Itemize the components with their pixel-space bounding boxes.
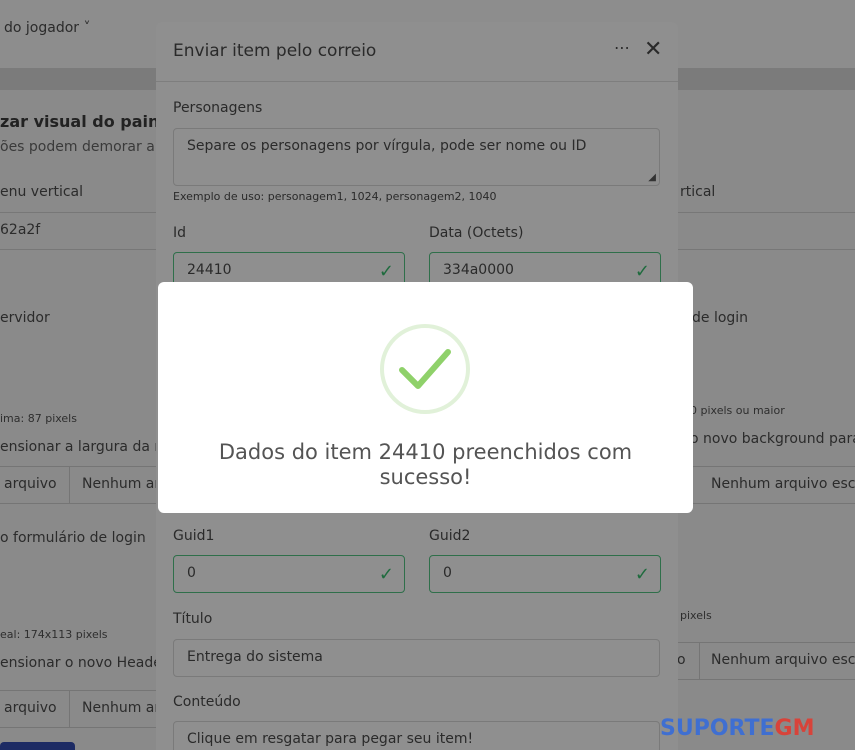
file-separator [69,467,70,503]
valid-check-icon: ✓ [634,261,650,282]
valid-check-icon: ✓ [378,564,394,585]
label-background: o novo background para [690,431,855,447]
close-icon[interactable]: ✕ [644,37,662,62]
divider [678,249,855,250]
titulo-value: Entrega do sistema [187,649,323,665]
resize-handle[interactable]: ◢ [648,172,656,183]
hint-left: ima: 87 pixels [0,412,77,425]
id-label: Id [173,225,187,241]
label-form-login: o formulário de login [0,530,146,546]
bottom-button[interactable] [0,742,75,750]
file-status-right: Nenhum arquivo esco [711,476,855,492]
conteudo-value: Clique em resgatar para pegar seu item! [187,731,474,747]
color-value: 62a2f [0,222,41,238]
file-status-right-2: Nenhum arquivo esco [711,652,855,668]
divider [0,249,156,250]
menu-vertical-header: enu vertical [0,184,84,200]
menu-vertical-header-right: rtical [680,184,716,200]
data-value: 334a0000 [443,262,514,278]
guid2-label: Guid2 [429,528,471,544]
hint-left-2: eal: 174x113 pixels [0,628,108,641]
player-menu[interactable]: do jogador ˅ [4,20,90,36]
guid1-label: Guid1 [173,528,215,544]
guid1-value: 0 [187,565,196,581]
valid-check-icon: ✓ [634,564,650,585]
personagens-textarea[interactable]: Separe os personagens por vírgula, pode … [173,128,660,186]
data-label: Data (Octets) [429,225,524,241]
success-check-icon [399,349,451,389]
divider [678,212,855,213]
file-button-right-2[interactable]: o [677,652,686,668]
file-separator [69,691,70,727]
hint-right-2: pixels [680,609,712,622]
more-icon[interactable]: ⋯ [614,38,631,57]
success-message: Dados do item 24410 preenchidos com suce… [218,440,633,489]
success-dialog: Dados do item 24410 preenchidos com suce… [158,282,693,513]
label-servidor: ervidor [0,310,50,326]
label-login: de login [692,310,749,326]
watermark-part2: GM [774,716,815,741]
conteudo-field[interactable]: Clique em resgatar para pegar seu item! [173,721,660,750]
guid2-value: 0 [443,565,452,581]
watermark-logo: SUPORTEGM [660,716,850,750]
file-status-left-3: Nenhum ar [82,700,161,716]
conteudo-label: Conteúdo [173,694,241,710]
valid-check-icon: ✓ [378,261,394,282]
titulo-field[interactable]: Entrega do sistema [173,639,660,677]
personagens-label: Personagens [173,100,263,116]
personagens-placeholder: Separe os personagens por vírgula, pode … [187,138,587,154]
id-value: 24410 [187,262,232,278]
divider [0,212,156,213]
guid1-field[interactable]: 0 ✓ [173,555,405,593]
modal-title: Enviar item pelo correio [173,41,377,61]
file-separator [699,643,700,679]
section-title: zar visual do painel [0,112,176,131]
label-dimensionar: ensionar a largura da n [0,439,164,455]
titulo-label: Título [173,611,213,627]
file-button-left-3[interactable]: arquivo [4,700,57,716]
guid2-field[interactable]: 0 ✓ [429,555,661,593]
label-header: ensionar o novo Header [0,655,168,671]
section-subtitle: ões podem demorar al [0,139,159,155]
hint-right: 0 pixels ou maior [690,404,785,417]
personagens-help: Exemplo de uso: personagem1, 1024, perso… [173,190,497,203]
watermark-part1: SUPORTE [660,716,775,741]
file-status-left: Nenhum ar [82,476,161,492]
file-button-left[interactable]: arquivo [4,476,57,492]
